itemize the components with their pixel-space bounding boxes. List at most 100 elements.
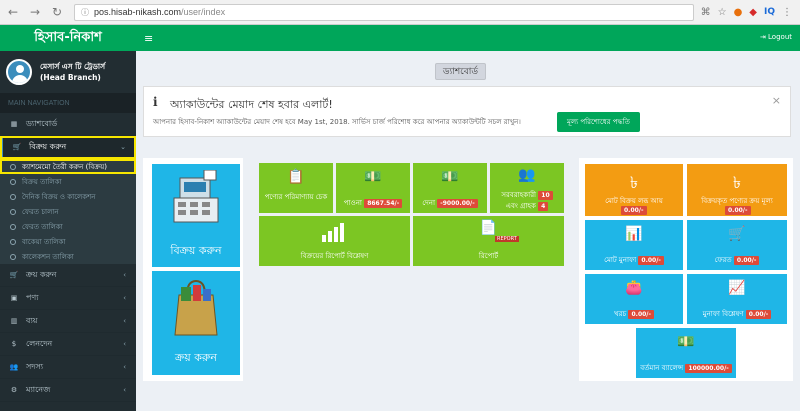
sidebar-item-label: ম্যানেজ [26,384,51,394]
expense-text: খরচ [614,310,627,318]
hamburger-menu-icon[interactable]: ≡ [144,32,153,45]
sidebar-item-expense[interactable]: ▥ ব্যয় ‹ [0,310,136,333]
logout-link[interactable]: ⇥ Logout [760,33,792,41]
sidebar-item-transactions[interactable]: $ লেনদেন ‹ [0,333,136,356]
profit-analysis-value: 0.00/- [745,310,772,319]
sidebar-subitem-label: ক্যাশমেমো তৈরী করুন (বিক্রয়) [22,162,107,171]
forward-icon[interactable]: → [26,3,44,21]
sidebar-subitem-label: বাকেয়া তালিকা [22,237,66,246]
current-balance-text: বর্তমান ব্যালেন্স [640,364,684,372]
sidebar-item-label: ক্রয় করুন [26,269,57,279]
profit-analysis-tile[interactable]: 📈 মুনাফা বিশ্লেষণ 0.00/- [687,274,787,324]
circle-icon [10,178,16,185]
total-sales-income-tile[interactable]: ৳ মোট বিক্রয় লব্ধ আয় 0.00/- [585,164,683,216]
chevron-left-icon: ‹ [123,340,126,348]
sold-goods-cost-tile[interactable]: ৳ বিক্রয়কৃত পণ্যের ক্রয় মূল্য 0.00/- [687,164,787,216]
dashboard-icon: ▦ [10,120,18,128]
current-balance-tile[interactable]: 💵 বর্তমান ব্যালেন্স 100000.00/- [636,328,736,378]
cash-register-icon [173,170,219,223]
sidebar-subitem-return-list[interactable]: ফেরত তালিকা [0,219,136,234]
sidebar-item-members[interactable]: 👥 সদস্য ‹ [0,356,136,379]
sell-tile-label: বিক্রয় করুন [170,244,222,257]
supplier-customer-tile[interactable]: 👥 সরবরাহকারী 10 এবং গ্রাহক 4 [490,163,564,213]
current-balance-value: 100000.00/- [685,364,732,373]
url-host: pos.hisab-nikash.com [94,7,182,17]
expense-tile[interactable]: 👛 খরচ 0.00/- [585,274,683,324]
sell-submenu: ক্যাশমেমো তৈরী করুন (বিক্রয়) বিক্রয় তা… [0,159,136,264]
circle-icon [10,163,16,170]
cart-icon: 🛒 [9,271,19,279]
sidebar-item-products[interactable]: ▣ পণ্য ‹ [0,287,136,310]
returns-tile[interactable]: 🛒 ফেরত 0.00/- [687,220,787,270]
sidebar-item-sell[interactable]: 🛒 বিক্রয় করুন ⌄ [0,136,136,159]
receivable-tile[interactable]: 💵 পাওনা 8667.54/- [336,163,410,213]
product-check-tile[interactable]: 📋 পণ্যের পরিমাণ্যায় চেক [259,163,333,213]
sidebar-subitem-label: দৈনিক বিক্রয় ও কালেকশন [22,192,96,201]
sidebar-item-buy[interactable]: 🛒 ক্রয় করুন ‹ [0,264,136,287]
sidebar-subitem-collection-list[interactable]: কালেকশন তালিকা [0,249,136,264]
alert-title: অ্যাকাউন্টের মেয়াদ শেষ হবার এলার্ট! [170,98,333,111]
money-hand-icon: 💵 [441,169,459,185]
gear-icon: ⚙ [10,386,18,394]
browser-toolbar: ← → ↻ ⓘ pos.hisab-nikash.com/user/index … [0,0,800,25]
sidebar-item-dashboard[interactable]: ▦ ড্যাশবোর্ড [0,113,136,136]
total-profit-label: মোট মুনাফা 0.00/- [585,254,683,266]
circle-icon [10,208,16,215]
url-path: /user/index [181,7,226,17]
chevron-down-icon: ⌄ [120,143,126,151]
sidebar-subitem-create-cashmemo[interactable]: ক্যাশমেমো তৈরী করুন (বিক্রয়) [0,159,136,174]
circle-icon [10,223,16,230]
app-logo[interactable]: হিসাব-নিকাশ [0,25,136,51]
supplier-count: 10 [538,191,553,200]
iq-extension-icon[interactable]: IQ [764,7,775,17]
alert-message: আপনার হিসাব-নিকাশ অ্যাকাউন্টের মেয়াদ শে… [153,118,521,126]
sales-report-analysis-label: বিক্রয়ের রিপোর্ট বিশ্লেষণ [300,252,369,260]
reload-icon[interactable]: ↻ [48,3,66,21]
address-bar[interactable]: ⓘ pos.hisab-nikash.com/user/index [74,3,694,21]
total-profit-tile[interactable]: 📊 মোট মুনাফা 0.00/- [585,220,683,270]
money-hand-icon: 💵 [364,169,382,185]
logout-label: Logout [768,33,792,41]
sidebar-subitem-daily-sales[interactable]: দৈনিক বিক্রয় ও কালেকশন [0,189,136,204]
total-sales-income-value: 0.00/- [621,206,647,215]
sidebar-subitem-return-invoice[interactable]: ফেরত চালান [0,204,136,219]
sidebar-subitem-label: ফেরত তালিকা [22,222,63,231]
expense-value: 0.00/- [628,310,654,319]
sell-tile[interactable]: বিক্রয় করুন [152,164,240,267]
currency-icon: $ [11,340,17,348]
bar-chart-icon [322,223,344,242]
back-icon[interactable]: ← [4,3,22,21]
sidebar-subitem-sales-list[interactable]: বিক্রয় তালিকা [0,174,136,189]
sidebar-subitem-due-list[interactable]: বাকেয়া তালিকা [0,234,136,249]
avatar [6,59,32,85]
translate-icon[interactable]: ⌘ [701,7,711,18]
extension-icon[interactable]: ◆ [749,7,757,18]
star-icon[interactable]: ☆ [718,7,727,18]
receivable-value: 8667.54/- [364,199,403,208]
menu-icon[interactable]: ⋮ [782,7,792,18]
payable-tile[interactable]: 💵 দেনা -9000.00/- [413,163,487,213]
report-tile[interactable]: 📄 REPORT রিপোর্ট [413,216,564,266]
sidebar-item-manage[interactable]: ⚙ ম্যানেজ ‹ [0,379,136,402]
firefox-extension-icon[interactable]: ● [734,7,743,18]
info-icon: i [153,95,158,109]
payable-label: দেনা -9000.00/- [413,197,487,209]
wallet-icon: 👛 [625,280,643,296]
chevron-left-icon: ‹ [123,271,126,279]
expense-icon: ▥ [10,317,18,325]
sidebar-item-label: ড্যাশবোর্ড [26,118,58,128]
close-icon[interactable]: × [772,94,781,107]
top-header: ≡ ⇥ Logout [136,25,800,51]
sidebar-item-label: ব্যয় [26,315,38,325]
presentation-icon: 📊 [625,226,643,242]
total-profit-text: মোট মুনাফা [604,256,637,264]
shopping-bag-icon [174,279,218,336]
product-check-label: পণ্যের পরিমাণ্যায় চেক [264,193,328,201]
page-info-icon[interactable]: ⓘ [81,7,89,18]
buy-tile[interactable]: ক্রয় করুন [152,271,240,375]
sales-report-analysis-tile[interactable]: বিক্রয়ের রিপোর্ট বিশ্লেষণ [259,216,410,266]
cart-icon: 🛒 [728,226,746,242]
payable-value: -9000.00/- [437,199,478,208]
returns-text: ফেরত [714,256,732,264]
payment-method-button[interactable]: মূল্য পরিশোধের পদ্ধতি [557,112,640,132]
